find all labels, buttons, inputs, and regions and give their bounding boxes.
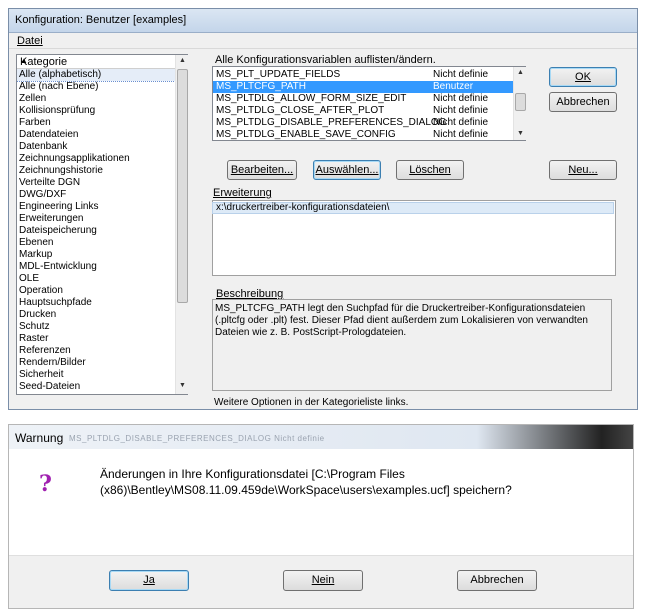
variable-row[interactable]: MS_PLTDLG_ALLOW_FORM_SIZE_EDIT Nicht defi… [213, 93, 513, 105]
sort-up-icon: ▲ [20, 56, 28, 65]
scroll-down-icon[interactable]: ▼ [515, 128, 526, 140]
footer-hint: Weitere Optionen in der Kategorieliste l… [214, 397, 409, 408]
variable-level: Nicht definie [433, 93, 489, 104]
select-button-label: Auswählen... [315, 164, 379, 176]
category-item[interactable]: Dateispeicherung [17, 225, 175, 237]
variable-row[interactable]: MS_PLTCFG_PATH Benutzer [213, 81, 513, 93]
warning-message: Änderungen in Ihre Konfigurationsdatei [… [100, 467, 512, 497]
category-panel: Kategorie ▲ Alle (alphabetisch) Alle (nac… [16, 54, 188, 395]
warning-button-bar: Ja Nein Abbrechen [9, 555, 633, 608]
select-button[interactable]: Auswählen... [313, 160, 381, 180]
scroll-up-icon[interactable]: ▲ [515, 67, 526, 79]
category-item[interactable]: Datendateien [17, 129, 175, 141]
variable-row[interactable]: MS_PLTDLG_DISABLE_PREFERENCES_DIALOG Nich… [213, 117, 513, 129]
variable-level: Nicht definie [433, 105, 489, 116]
category-scrollbar[interactable]: ▲ ▼ [175, 55, 188, 394]
new-button-label: Neu... [568, 164, 598, 176]
variable-name: MS_PLTCFG_PATH [216, 81, 307, 92]
delete-button[interactable]: Löschen [396, 160, 464, 180]
variable-name: MS_PLTDLG_CLOSE_AFTER_PLOT [216, 105, 385, 116]
category-item[interactable]: Zellen [17, 93, 175, 105]
category-item[interactable]: Referenzen [17, 345, 175, 357]
configuration-window: Konfiguration: Benutzer [examples] Datei… [8, 8, 638, 410]
category-item[interactable]: Operation [17, 285, 175, 297]
category-item[interactable]: Erweiterungen [17, 213, 175, 225]
category-item[interactable]: Verteilte DGN [17, 177, 175, 189]
warning-cancel-button[interactable]: Abbrechen [457, 570, 537, 591]
no-button-label: Nein [311, 574, 335, 586]
warning-title-bar[interactable]: MS_PLTDLG_DISABLE_PREFERENCES_DIALOG Nic… [9, 425, 633, 449]
category-item[interactable]: Drucken [17, 309, 175, 321]
variable-level: Nicht definie [433, 129, 489, 140]
new-button[interactable]: Neu... [549, 160, 617, 180]
category-item[interactable]: Raster [17, 333, 175, 345]
variable-name: MS_PLTDLG_ALLOW_FORM_SIZE_EDIT [216, 93, 407, 104]
edit-button-label: Bearbeiten... [230, 164, 294, 176]
extension-value[interactable]: x:\druckertreiber-konfigurationsdateien\ [212, 202, 614, 214]
category-item[interactable]: Sicherheit [17, 369, 175, 381]
category-item[interactable]: Farben [17, 117, 175, 129]
category-item[interactable]: DWG/DXF [17, 189, 175, 201]
variables-list[interactable]: MS_PLT_UPDATE_FIELDS Nicht definie MS_PLTC… [212, 66, 526, 141]
category-item[interactable]: Rendern/Bilder [17, 357, 175, 369]
variable-row[interactable]: MS_PLTDLG_CLOSE_AFTER_PLOT Nicht definie [213, 105, 513, 117]
category-item[interactable]: Zeichnungshistorie [17, 165, 175, 177]
menu-bar: Datei [9, 33, 637, 49]
ok-button[interactable]: OK [549, 67, 617, 87]
cancel-button[interactable]: Abbrechen [549, 92, 617, 112]
category-item[interactable]: Seed-Dateien [17, 381, 175, 393]
category-item[interactable]: Alle (alphabetisch) [17, 69, 175, 82]
scroll-down-icon[interactable]: ▼ [177, 380, 188, 392]
yes-button[interactable]: Ja [109, 570, 189, 591]
category-item[interactable]: Zeichnungsapplikationen [17, 153, 175, 165]
category-item[interactable]: Markup [17, 249, 175, 261]
variable-row[interactable]: MS_PLTDLG_ENABLE_SAVE_CONFIG Nicht defini… [213, 129, 513, 141]
ok-button-label: OK [575, 71, 591, 83]
category-item[interactable]: Kollisionsprüfung [17, 105, 175, 117]
category-item[interactable]: Alle (nach Ebene) [17, 81, 175, 93]
yes-button-label: Ja [143, 574, 155, 586]
variable-row[interactable]: MS_PLT_UPDATE_FIELDS Nicht definie [213, 69, 513, 81]
category-item[interactable]: Datenbank [17, 141, 175, 153]
variable-level: Nicht definie [433, 69, 489, 80]
category-item[interactable]: Engineering Links [17, 201, 175, 213]
description-text: MS_PLTCFG_PATH legt den Suchpfad für die… [212, 299, 612, 391]
no-button[interactable]: Nein [283, 570, 363, 591]
variables-rows: MS_PLT_UPDATE_FIELDS Nicht definie MS_PLTC… [213, 69, 513, 141]
scrollbar-thumb[interactable] [177, 69, 188, 303]
extension-label-text: Erweiterung [213, 187, 272, 199]
category-item[interactable]: Ebenen [17, 237, 175, 249]
variable-level: Nicht definie [433, 117, 489, 128]
edit-button[interactable]: Bearbeiten... [227, 160, 297, 180]
background-ghost-text: MS_PLTDLG_DISABLE_PREFERENCES_DIALOG Nic… [69, 434, 325, 443]
scrollbar-thumb[interactable] [515, 93, 526, 111]
category-item[interactable]: OLE [17, 273, 175, 285]
warning-dialog: MS_PLTDLG_DISABLE_PREFERENCES_DIALOG Nic… [8, 424, 634, 609]
menu-datei[interactable]: Datei [17, 35, 43, 47]
variable-name: MS_PLTDLG_DISABLE_PREFERENCES_DIALOG [216, 117, 447, 128]
variable-level: Benutzer [433, 81, 474, 92]
category-list[interactable]: Alle (alphabetisch) Alle (nach Ebene) Zell… [17, 69, 175, 394]
title-bar[interactable]: Konfiguration: Benutzer [examples] [9, 9, 637, 33]
delete-button-label: Löschen [409, 164, 451, 176]
variables-label: Alle Konfigurationsvariablen auflisten/ä… [215, 54, 436, 66]
category-item[interactable]: Hauptsuchpfade [17, 297, 175, 309]
variables-scrollbar[interactable]: ▲ ▼ [513, 67, 526, 140]
question-icon: ? [39, 471, 52, 497]
category-item[interactable]: MDL-Entwicklung [17, 261, 175, 273]
variable-name: MS_PLT_UPDATE_FIELDS [216, 69, 341, 80]
warning-title: Warnung [15, 431, 64, 445]
category-item[interactable]: Schutz [17, 321, 175, 333]
extension-label: Erweiterung [213, 187, 272, 199]
category-header[interactable]: Kategorie ▲ [17, 55, 175, 69]
variable-name: MS_PLTDLG_ENABLE_SAVE_CONFIG [216, 129, 396, 140]
scroll-up-icon[interactable]: ▲ [177, 55, 188, 67]
window-title: Konfiguration: Benutzer [examples] [15, 14, 187, 26]
